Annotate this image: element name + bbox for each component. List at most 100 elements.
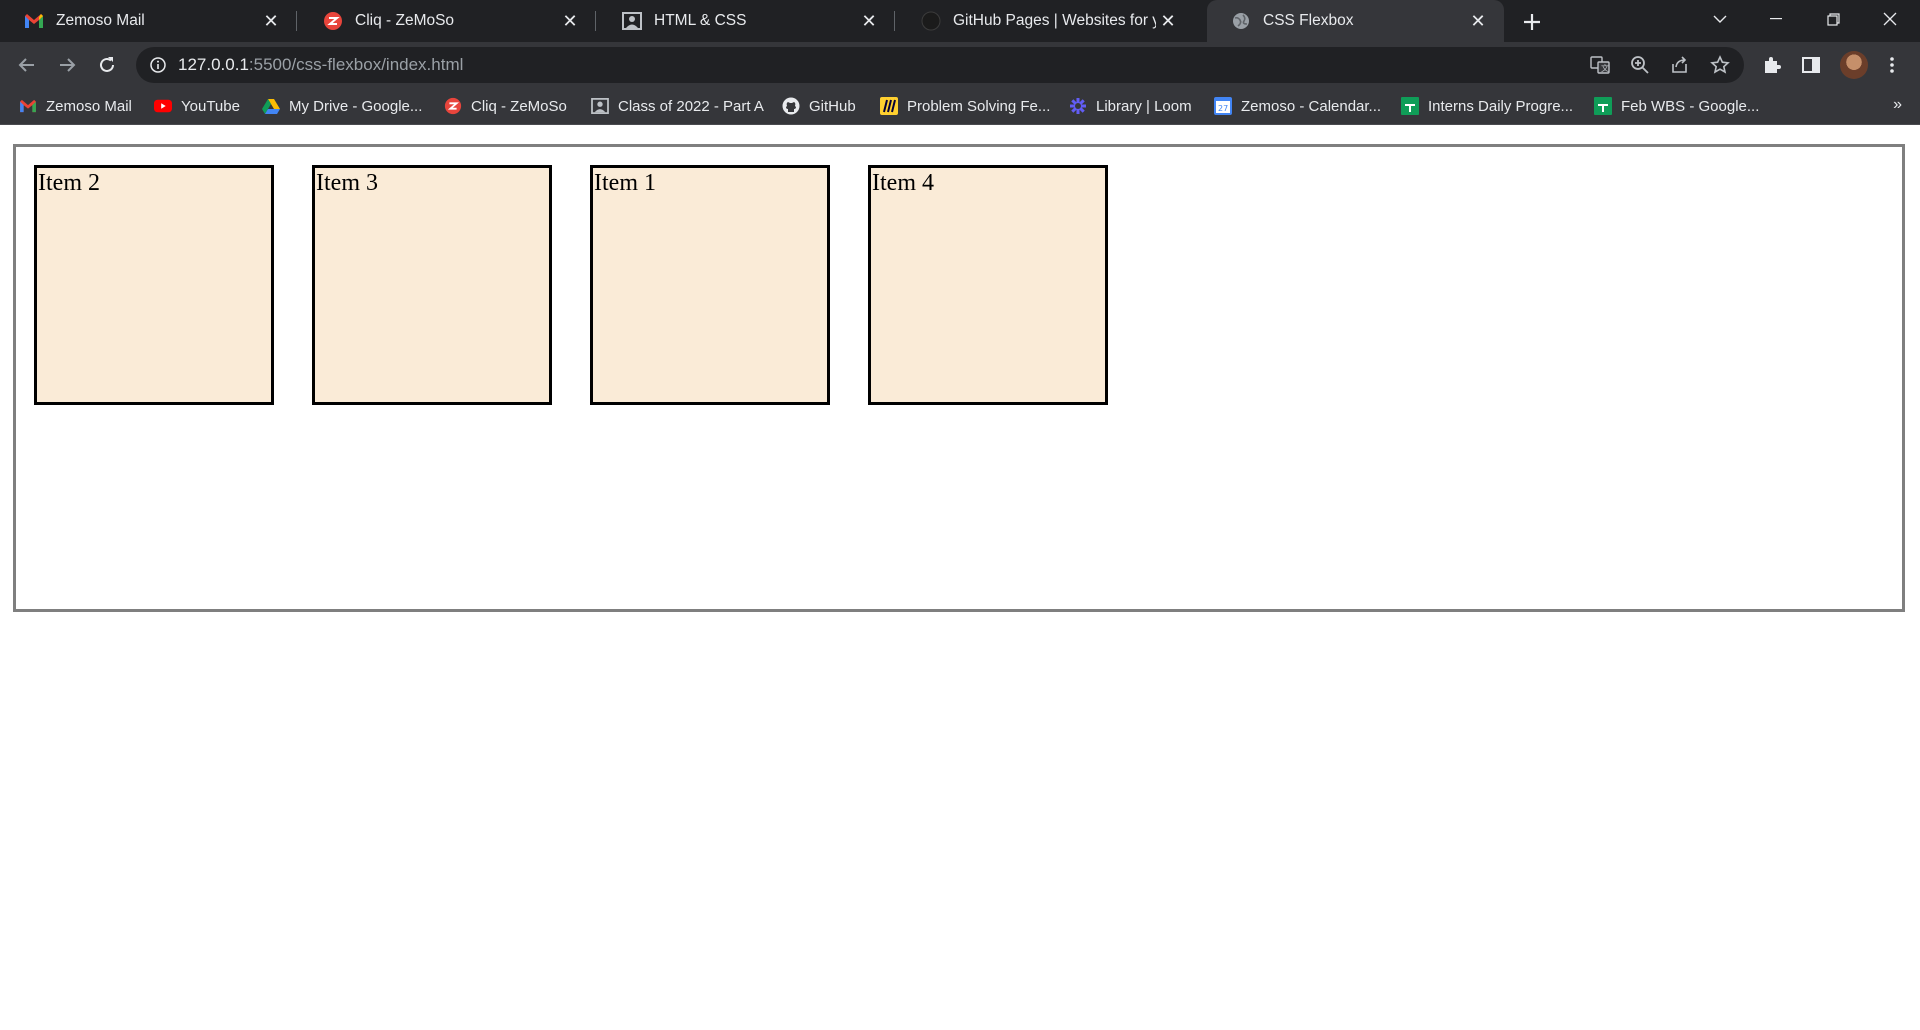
bookmark-star-icon[interactable] [1708,53,1732,77]
side-panel-icon [1802,57,1820,73]
bookmark-loom[interactable]: Library | Loom [1069,95,1192,117]
arrow-right-icon [60,58,76,72]
minimize-icon [1770,18,1782,20]
tab-title: Zemoso Mail [56,12,145,29]
bookmark-zemoso-calendar[interactable]: 27 Zemoso - Calendar... [1214,95,1381,117]
arrow-left-icon [18,58,34,72]
svg-text:27: 27 [1218,104,1228,113]
tab-search-button[interactable] [1692,0,1748,38]
url-text: 127.0.0.1:5500/css-flexbox/index.html [178,55,463,75]
tab-separator [296,11,297,31]
globe-icon [1231,11,1251,31]
cliq-icon [444,97,462,115]
site-info-icon[interactable] [148,55,168,75]
forward-button[interactable] [53,51,81,79]
avatar[interactable] [1840,51,1868,79]
tab-separator [894,11,895,31]
bookmarks-bar: Zemoso Mail YouTube My Drive - Google...… [0,88,1920,125]
close-icon[interactable]: ✕ [857,9,881,33]
bookmark-label: Library | Loom [1096,97,1192,115]
reload-button[interactable] [93,51,121,79]
flex-item: Item 4 [868,165,1108,405]
tab-title: CSS Flexbox [1263,12,1354,29]
bookmark-label: Cliq - ZeMoSo [471,97,567,115]
tab-separator [595,11,596,31]
svg-text:文: 文 [1601,63,1609,73]
puzzle-icon [1765,57,1781,73]
bookmark-github[interactable]: GitHub [782,95,856,117]
close-window-button[interactable] [1862,0,1918,38]
bookmark-label: Zemoso - Calendar... [1241,97,1382,115]
bookmark-problem-solving[interactable]: Problem Solving Fe... [880,95,1050,117]
bookmark-class-of-2022[interactable]: Class of 2022 - Part A [591,95,764,117]
minimize-button[interactable] [1748,0,1804,38]
gmail-icon [19,97,37,115]
url-path: :5500/css-flexbox/index.html [248,55,464,74]
flex-container: Item 2 Item 3 Item 1 Item 4 [13,144,1905,612]
bookmark-feb-wbs[interactable]: Feb WBS - Google... [1594,95,1759,117]
restore-icon [1826,12,1840,26]
bookmark-label: GitHub [809,97,856,115]
flex-item: Item 1 [590,165,830,405]
tab-zemoso-mail[interactable]: Zemoso Mail ✕ [0,0,297,42]
bookmark-label: YouTube [181,97,240,115]
bookmark-label: Problem Solving Fe... [907,97,1051,115]
tab-strip: Zemoso Mail ✕ Cliq - ZeMoSo ✕ HTML & CSS… [0,0,1920,42]
classroom-icon [622,11,642,31]
github-icon [921,11,941,31]
flex-item: Item 2 [34,165,274,405]
chevron-down-icon [1713,15,1727,23]
sheets-icon [1594,97,1612,115]
bookmark-youtube[interactable]: YouTube [154,95,240,117]
classroom-icon [591,97,609,115]
bookmarks-overflow-button[interactable]: » [1893,96,1902,114]
bookmark-label: Zemoso Mail [46,97,132,115]
back-button[interactable] [13,51,41,79]
bookmark-label: Class of 2022 - Part A [618,97,764,115]
zoom-icon[interactable] [1628,53,1652,77]
restore-button[interactable] [1805,0,1861,38]
new-tab-button[interactable] [1518,8,1546,36]
side-panel-button[interactable] [1797,51,1825,79]
share-icon[interactable] [1668,53,1692,77]
miro-icon [880,97,898,115]
close-icon[interactable]: ✕ [1156,9,1180,33]
tab-title: Cliq - ZeMoSo [355,12,455,29]
youtube-icon [154,97,172,115]
calendar-icon: 27 [1214,97,1232,115]
reload-icon [100,57,114,72]
toolbar: 127.0.0.1:5500/css-flexbox/index.html 文 [0,42,1920,88]
bookmark-label: My Drive - Google... [289,97,423,115]
sheets-icon [1401,97,1419,115]
close-icon[interactable]: ✕ [558,9,582,33]
bookmark-cliq[interactable]: Cliq - ZeMoSo [444,95,567,117]
close-icon [1883,12,1897,26]
tab-title: HTML & CSS [654,12,747,29]
bookmark-label: Feb WBS - Google... [1621,97,1760,115]
github-icon [782,97,800,115]
close-icon[interactable]: ✕ [1466,9,1490,33]
bookmark-interns-daily[interactable]: Interns Daily Progre... [1401,95,1573,117]
gmail-icon [24,11,44,31]
plus-icon [1524,14,1540,30]
extensions-button[interactable] [1758,51,1786,79]
tab-html-css[interactable]: HTML & CSS ✕ [598,0,895,42]
translate-icon[interactable]: 文 [1588,53,1612,77]
menu-button[interactable] [1878,51,1906,79]
drive-icon [262,97,280,115]
kebab-menu-icon [1890,57,1894,73]
bookmark-zemoso-mail[interactable]: Zemoso Mail [19,95,132,117]
tab-css-flexbox[interactable]: CSS Flexbox ✕ [1207,0,1504,42]
bookmark-label: Interns Daily Progre... [1428,97,1574,115]
cliq-icon [323,11,343,31]
tab-title: GitHub Pages | Websites for you [953,12,1156,29]
url-host: 127.0.0.1 [178,55,249,74]
page-viewport: Item 2 Item 3 Item 1 Item 4 [0,125,1920,1030]
tab-cliq[interactable]: Cliq - ZeMoSo ✕ [299,0,596,42]
loom-icon [1069,97,1087,115]
bookmark-my-drive[interactable]: My Drive - Google... [262,95,422,117]
address-bar[interactable]: 127.0.0.1:5500/css-flexbox/index.html 文 [136,47,1744,83]
flex-item: Item 3 [312,165,552,405]
tab-github-pages[interactable]: GitHub Pages | Websites for you ✕ [897,0,1194,42]
close-icon[interactable]: ✕ [259,9,283,33]
